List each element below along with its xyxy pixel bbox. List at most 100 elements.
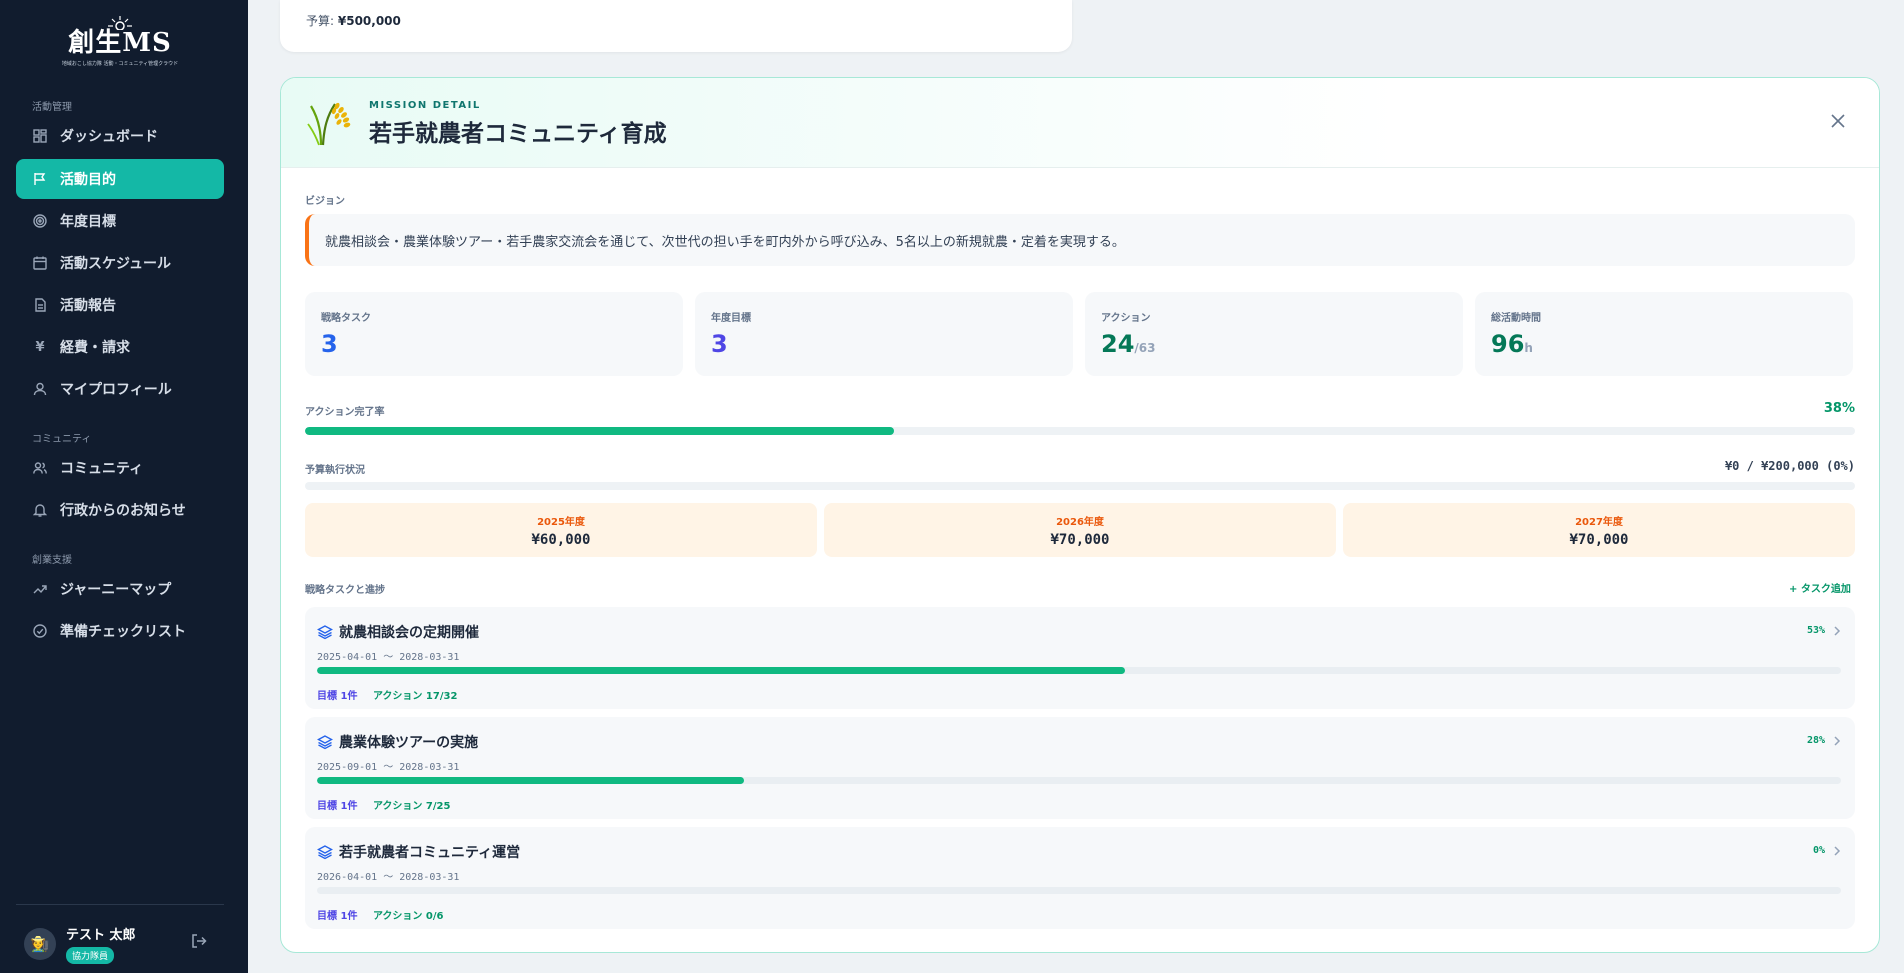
users-icon <box>32 460 48 476</box>
sidebar-item-reports[interactable]: 活動報告 <box>16 285 224 325</box>
section-label-activity: 活動管理 <box>32 102 72 113</box>
completion-progress-fill <box>305 427 894 435</box>
year-value: ¥70,000 <box>1569 532 1629 548</box>
detail-eyebrow: MISSION DETAIL <box>369 100 481 111</box>
task-title: 就農相談会の定期開催 <box>339 625 479 641</box>
rice-plant-icon <box>307 102 351 146</box>
task-percent: 0% <box>1812 845 1825 856</box>
user-name: テスト 太郎 <box>66 928 136 943</box>
layers-icon <box>317 845 333 860</box>
budget-value: ¥500,000 <box>337 14 401 28</box>
sidebar-item-schedule[interactable]: 活動スケジュール <box>16 243 224 283</box>
sidebar-item-expenses[interactable]: ¥ 経費・請求 <box>16 327 224 367</box>
stat-label: 年度目標 <box>711 313 751 324</box>
app-logo[interactable]: 創生MS 地域おこし協力隊 活動・コミュニティ管理クラウド <box>62 16 178 74</box>
close-icon[interactable] <box>1829 112 1847 130</box>
task-card[interactable]: 農業体験ツアーの実施 2025-09-01 〜 2028-03-31 28% 目… <box>305 717 1855 819</box>
sidebar-item-label: マイプロフィール <box>60 382 172 398</box>
task-date: 2026-04-01 〜 2028-03-31 <box>317 872 460 883</box>
user-profile[interactable]: 🧑‍🌾 テスト 太郎 協力隊員 <box>24 924 136 964</box>
trend-icon <box>32 581 48 597</box>
stat-card-goals: 年度目標 3 <box>695 292 1073 376</box>
sidebar-item-label: 活動目的 <box>60 172 116 188</box>
sidebar-item-label: ダッシュボード <box>60 129 158 145</box>
tasks-label: 戦略タスクと進捗 <box>305 585 385 596</box>
stat-card-hours: 総活動時間 96h <box>1475 292 1853 376</box>
task-goal-count: 目標 1件 <box>317 801 358 812</box>
stat-label: 総活動時間 <box>1491 313 1541 324</box>
target-icon <box>32 213 48 229</box>
dashboard-icon <box>32 128 48 144</box>
stat-card-actions: アクション 24/63 <box>1085 292 1463 376</box>
task-progress-bar <box>317 777 1841 784</box>
task-goal-count: 目標 1件 <box>317 911 358 922</box>
stat-label: 戦略タスク <box>321 313 371 324</box>
bell-icon <box>32 502 48 518</box>
logo-subtitle: 地域おこし協力隊 活動・コミュニティ管理クラウド <box>61 61 179 67</box>
sidebar-item-dashboard[interactable]: ダッシュボード <box>16 116 224 156</box>
task-title: 農業体験ツアーの実施 <box>339 735 479 751</box>
logout-icon[interactable] <box>190 932 208 950</box>
layers-icon <box>317 625 333 640</box>
sun-logo-icon <box>108 16 132 30</box>
year-label: 2027年度 <box>1575 517 1623 528</box>
sidebar-item-checklist[interactable]: 準備チェックリスト <box>16 611 224 651</box>
section-label-startup: 創業支援 <box>32 555 72 566</box>
sidebar-item-journey-map[interactable]: ジャーニーマップ <box>16 569 224 609</box>
sidebar: 創生MS 地域おこし協力隊 活動・コミュニティ管理クラウド 活動管理 ダッシュボ… <box>0 0 248 973</box>
sidebar-item-label: コミュニティ <box>60 461 144 477</box>
add-task-button[interactable]: + タスク追加 <box>1789 580 1851 595</box>
yen-icon: ¥ <box>35 339 45 355</box>
chevron-right-icon[interactable] <box>1831 845 1843 857</box>
sidebar-item-mission[interactable]: 活動目的 <box>16 159 224 199</box>
task-action-count: アクション 0/6 <box>372 911 444 922</box>
previous-mission-card[interactable]: 予算: ¥500,000 <box>280 0 1072 52</box>
year-label: 2025年度 <box>537 517 585 528</box>
year-value: ¥60,000 <box>531 532 591 548</box>
task-card[interactable]: 就農相談会の定期開催 2025-04-01 〜 2028-03-31 53% 目… <box>305 607 1855 709</box>
page-title: 若手就農者コミュニティ育成 <box>369 121 667 147</box>
stat-value: 3 <box>711 330 728 358</box>
task-date: 2025-09-01 〜 2028-03-31 <box>317 762 460 773</box>
task-progress-fill <box>317 777 744 784</box>
task-date: 2025-04-01 〜 2028-03-31 <box>317 652 460 663</box>
budget-summary: ¥0 / ¥200,000 (0%) <box>1724 459 1855 473</box>
sidebar-item-label: 経費・請求 <box>60 340 130 356</box>
budget-progress-bar <box>305 482 1855 490</box>
mission-detail-card: MISSION DETAIL 若手就農者コミュニティ育成 ビジョン 就農相談会・… <box>280 77 1880 953</box>
budget-status-label: 予算執行状況 <box>305 465 365 476</box>
sidebar-divider <box>16 904 224 905</box>
task-action-count: アクション 17/32 <box>372 691 458 702</box>
sidebar-item-label: ジャーニーマップ <box>60 582 172 598</box>
detail-header: MISSION DETAIL 若手就農者コミュニティ育成 <box>281 78 1879 168</box>
completion-label: アクション完了率 <box>305 407 385 418</box>
sidebar-item-notices[interactable]: 行政からのお知らせ <box>16 490 224 530</box>
task-progress-bar <box>317 667 1841 674</box>
year-budget-2027: 2027年度 ¥70,000 <box>1343 503 1855 557</box>
chevron-right-icon[interactable] <box>1831 625 1843 637</box>
logo-text: 創生MS <box>68 28 172 58</box>
task-progress-bar <box>317 887 1841 894</box>
plus-icon: + <box>1789 584 1801 595</box>
task-title: 若手就農者コミュニティ運営 <box>339 845 521 861</box>
calendar-icon <box>32 255 48 271</box>
section-label-community: コミュニティ <box>32 434 92 445</box>
sidebar-item-annual-goals[interactable]: 年度目標 <box>16 201 224 241</box>
role-badge: 協力隊員 <box>66 947 115 964</box>
task-progress-fill <box>317 667 1125 674</box>
sidebar-item-label: 行政からのお知らせ <box>60 503 186 519</box>
year-budget-2025: 2025年度 ¥60,000 <box>305 503 817 557</box>
sidebar-item-profile[interactable]: マイプロフィール <box>16 369 224 409</box>
year-budget-2026: 2026年度 ¥70,000 <box>824 503 1336 557</box>
vision-label: ビジョン <box>305 196 345 207</box>
vision-text: 就農相談会・農業体験ツアー・若手農家交流会を通じて、次世代の担い手を町内外から呼… <box>305 214 1855 266</box>
chevron-right-icon[interactable] <box>1831 735 1843 747</box>
stat-value: 96h <box>1491 330 1533 358</box>
completion-percent: 38% <box>1823 401 1855 416</box>
sidebar-item-community[interactable]: コミュニティ <box>16 448 224 488</box>
task-card[interactable]: 若手就農者コミュニティ運営 2026-04-01 〜 2028-03-31 0%… <box>305 827 1855 929</box>
user-icon <box>32 381 48 397</box>
sidebar-item-label: 準備チェックリスト <box>60 624 186 640</box>
completion-progress-bar <box>305 427 1855 435</box>
avatar: 🧑‍🌾 <box>24 928 56 960</box>
